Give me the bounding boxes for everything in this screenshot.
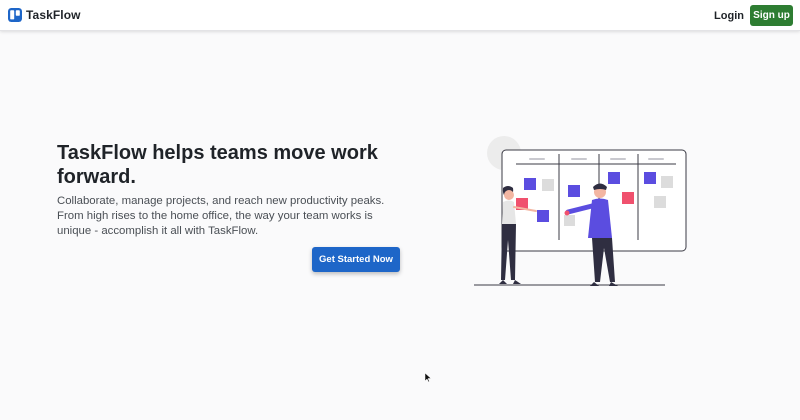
task-card [654, 196, 666, 208]
hero-subtitle: Collaborate, manage projects, and reach … [57, 195, 385, 237]
signup-button[interactable]: Sign up [750, 5, 793, 26]
task-card [622, 192, 634, 204]
task-card [608, 172, 620, 184]
get-started-button[interactable]: Get Started Now [312, 247, 400, 272]
task-card [524, 178, 536, 190]
task-card [537, 210, 549, 222]
login-button[interactable]: Login [709, 6, 749, 26]
brand[interactable]: TaskFlow [8, 8, 81, 22]
task-card [564, 215, 575, 226]
taskflow-logo-icon [8, 8, 22, 22]
hero-title: TaskFlow helps teams move work forward. [57, 142, 378, 188]
task-card [542, 179, 554, 191]
top-navigation-bar: TaskFlow Login Sign up [0, 0, 800, 31]
mouse-pointer-icon [425, 373, 431, 382]
task-card [568, 185, 580, 197]
task-card [661, 176, 673, 188]
task-card [644, 172, 656, 184]
team-kanban-illustration [474, 136, 687, 286]
brand-name: TaskFlow [26, 8, 81, 22]
